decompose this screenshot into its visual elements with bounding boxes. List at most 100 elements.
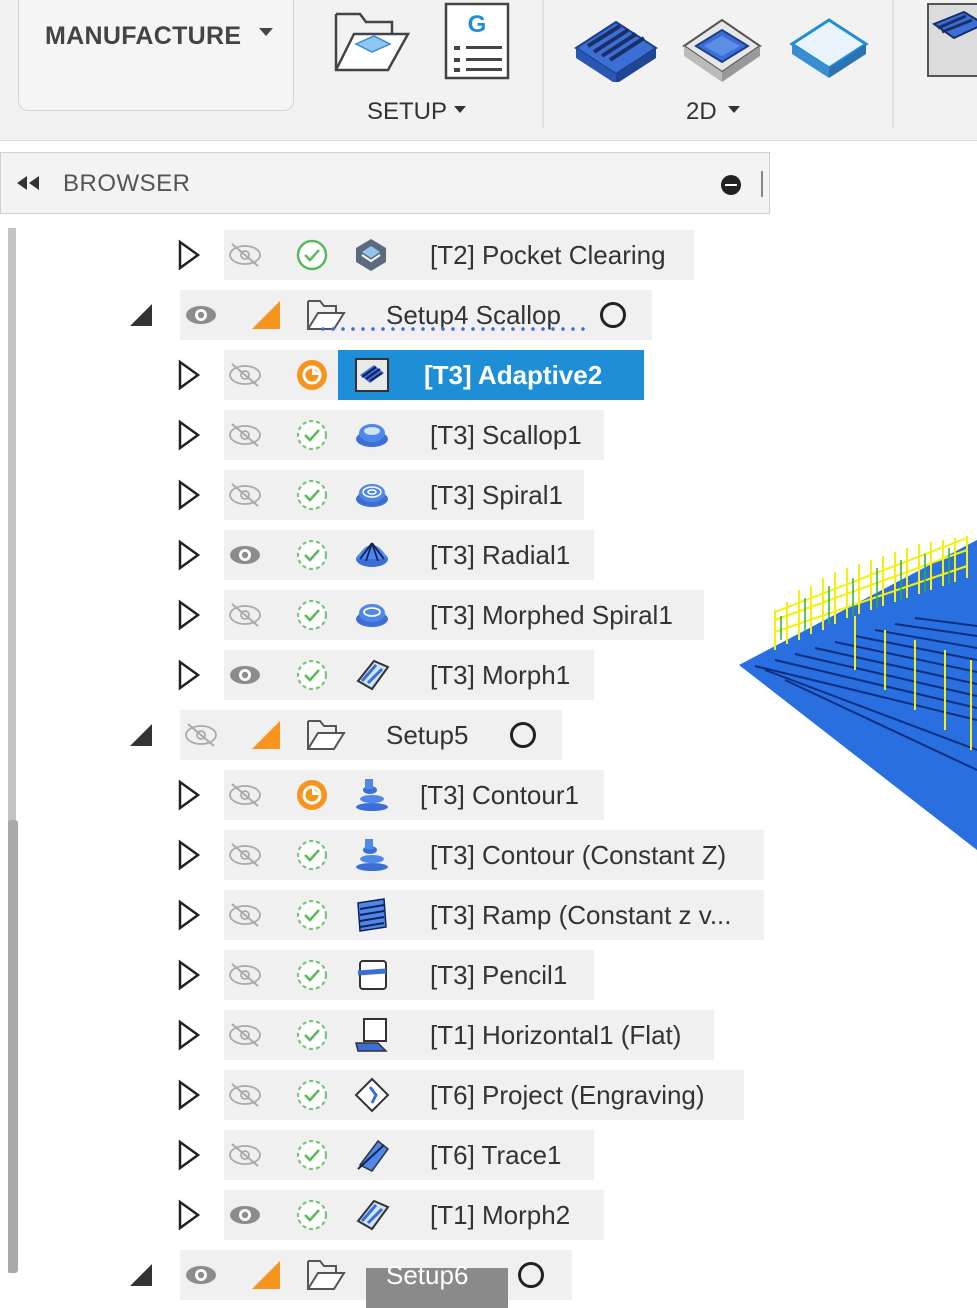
- hidden-eye-icon[interactable]: [228, 902, 262, 933]
- warning-triangle-icon: [250, 299, 282, 336]
- hidden-eye-icon[interactable]: [228, 962, 262, 993]
- operation-row[interactable]: [T3] Adaptive2: [0, 350, 977, 400]
- expanded-arrow-icon[interactable]: [128, 1262, 154, 1293]
- setup-active-radio[interactable]: [510, 722, 536, 748]
- generated-check-icon: [296, 959, 328, 996]
- project-icon: [354, 1077, 394, 1118]
- operation-row[interactable]: [T2] Pocket Clearing: [0, 230, 977, 280]
- operation-name: [T6] Project (Engraving): [430, 1080, 705, 1110]
- hidden-eye-icon[interactable]: [228, 422, 262, 453]
- contour-icon: [354, 777, 394, 818]
- visible-eye-icon[interactable]: [228, 542, 262, 573]
- expand-arrow-icon[interactable]: [176, 659, 202, 696]
- setup-caret-icon: [454, 106, 466, 113]
- hidden-eye-icon[interactable]: [228, 842, 262, 873]
- 2d-face-icon[interactable]: [788, 14, 870, 80]
- browser-options-icon[interactable]: [721, 175, 741, 195]
- operation-row[interactable]: [T6] Trace1: [0, 1130, 977, 1180]
- operation-name: [T3] Scallop1: [430, 420, 582, 450]
- visible-eye-icon[interactable]: [228, 1202, 262, 1233]
- expand-arrow-icon[interactable]: [176, 359, 202, 396]
- expand-arrow-icon[interactable]: [176, 239, 202, 276]
- setup-group-label[interactable]: SETUP: [367, 98, 447, 126]
- expand-arrow-icon[interactable]: [176, 539, 202, 576]
- expand-arrow-icon[interactable]: [176, 479, 202, 516]
- hidden-eye-icon[interactable]: [228, 482, 262, 513]
- expanded-arrow-icon[interactable]: [128, 302, 154, 333]
- workspace-switcher[interactable]: MANUFACTURE: [18, 0, 294, 111]
- generated-check-icon: [296, 1019, 328, 1056]
- pocket-clearing-icon: [354, 237, 394, 278]
- expand-arrow-icon[interactable]: [176, 1199, 202, 1236]
- operation-row[interactable]: [T3] Spiral1: [0, 470, 977, 520]
- expanded-arrow-icon[interactable]: [128, 722, 154, 753]
- collapse-browser-icon[interactable]: [15, 175, 41, 191]
- setup-row[interactable]: Setup4 Scallop: [0, 290, 977, 340]
- visible-eye-icon[interactable]: [228, 662, 262, 693]
- expand-arrow-icon[interactable]: [176, 959, 202, 996]
- generated-check-icon: [296, 1139, 328, 1176]
- operation-row[interactable]: [T1] Morph2: [0, 1190, 977, 1240]
- 2d-caret-icon: [728, 106, 740, 113]
- post-process-icon[interactable]: G: [444, 2, 512, 80]
- hidden-eye-icon[interactable]: [228, 1082, 262, 1113]
- expand-arrow-icon[interactable]: [176, 899, 202, 936]
- generated-check-icon: [296, 1079, 328, 1116]
- operation-name: [T2] Pocket Clearing: [430, 240, 666, 270]
- 2d-pocket-icon[interactable]: [680, 10, 764, 84]
- hidden-eye-icon[interactable]: [228, 1022, 262, 1053]
- operation-row[interactable]: [T1] Horizontal1 (Flat): [0, 1010, 977, 1060]
- hidden-eye-icon[interactable]: [228, 1142, 262, 1173]
- workspace-caret-icon: [259, 28, 273, 36]
- generated-check-icon: [296, 419, 328, 456]
- 3d-adaptive-icon[interactable]: [924, 2, 977, 78]
- scallop-icon: [354, 417, 394, 458]
- operation-row[interactable]: [T3] Scallop1: [0, 410, 977, 460]
- operation-row[interactable]: [T3] Pencil1: [0, 950, 977, 1000]
- operation-row[interactable]: [T6] Project (Engraving): [0, 1070, 977, 1120]
- horizontal-icon: [354, 1017, 394, 1058]
- hidden-eye-icon[interactable]: [184, 722, 218, 753]
- expand-arrow-icon[interactable]: [176, 1139, 202, 1176]
- toolpath-preview: [739, 536, 977, 850]
- gcode-letter: G: [468, 11, 487, 38]
- generated-check-icon: [296, 599, 328, 636]
- setup-active-radio[interactable]: [518, 1262, 544, 1288]
- hidden-eye-icon[interactable]: [228, 602, 262, 633]
- 2d-adaptive-icon[interactable]: [572, 8, 658, 82]
- trace-icon: [354, 1137, 394, 1178]
- operation-name: [T3] Contour1: [420, 780, 579, 810]
- 2d-group-label[interactable]: 2D: [686, 98, 717, 126]
- setup-folder-icon: [306, 1257, 346, 1298]
- operation-name: [T6] Trace1: [430, 1140, 562, 1170]
- browser-header: BROWSER: [0, 152, 770, 214]
- expand-arrow-icon[interactable]: [176, 1079, 202, 1116]
- visible-eye-icon[interactable]: [184, 302, 218, 333]
- operation-name: [T3] Spiral1: [430, 480, 563, 510]
- hidden-eye-icon[interactable]: [228, 242, 262, 273]
- pending-status-icon: [296, 359, 328, 396]
- new-setup-icon[interactable]: [330, 6, 412, 76]
- expand-arrow-icon[interactable]: [176, 599, 202, 636]
- hidden-eye-icon[interactable]: [228, 362, 262, 393]
- browser-title: BROWSER: [63, 170, 191, 197]
- expand-arrow-icon[interactable]: [176, 839, 202, 876]
- row-background: [180, 710, 562, 760]
- expand-arrow-icon[interactable]: [176, 1019, 202, 1056]
- visible-eye-icon[interactable]: [184, 1262, 218, 1293]
- expand-arrow-icon[interactable]: [176, 779, 202, 816]
- warning-triangle-icon: [250, 719, 282, 756]
- morphed-spiral-icon: [354, 597, 394, 638]
- resize-grip[interactable]: [761, 171, 763, 197]
- expand-arrow-icon[interactable]: [176, 419, 202, 456]
- morph-icon: [354, 1197, 394, 1238]
- setup-active-radio[interactable]: [600, 302, 626, 328]
- operation-name: [T3] Pencil1: [430, 960, 568, 990]
- canvas-viewport[interactable]: [735, 520, 977, 850]
- hidden-eye-icon[interactable]: [228, 782, 262, 813]
- radial-icon: [354, 537, 394, 578]
- setup-name: Setup6: [386, 1260, 469, 1290]
- contour-icon: [354, 837, 394, 878]
- operation-row[interactable]: [T3] Ramp (Constant z v...: [0, 890, 977, 940]
- setup-row[interactable]: Setup6: [0, 1250, 977, 1308]
